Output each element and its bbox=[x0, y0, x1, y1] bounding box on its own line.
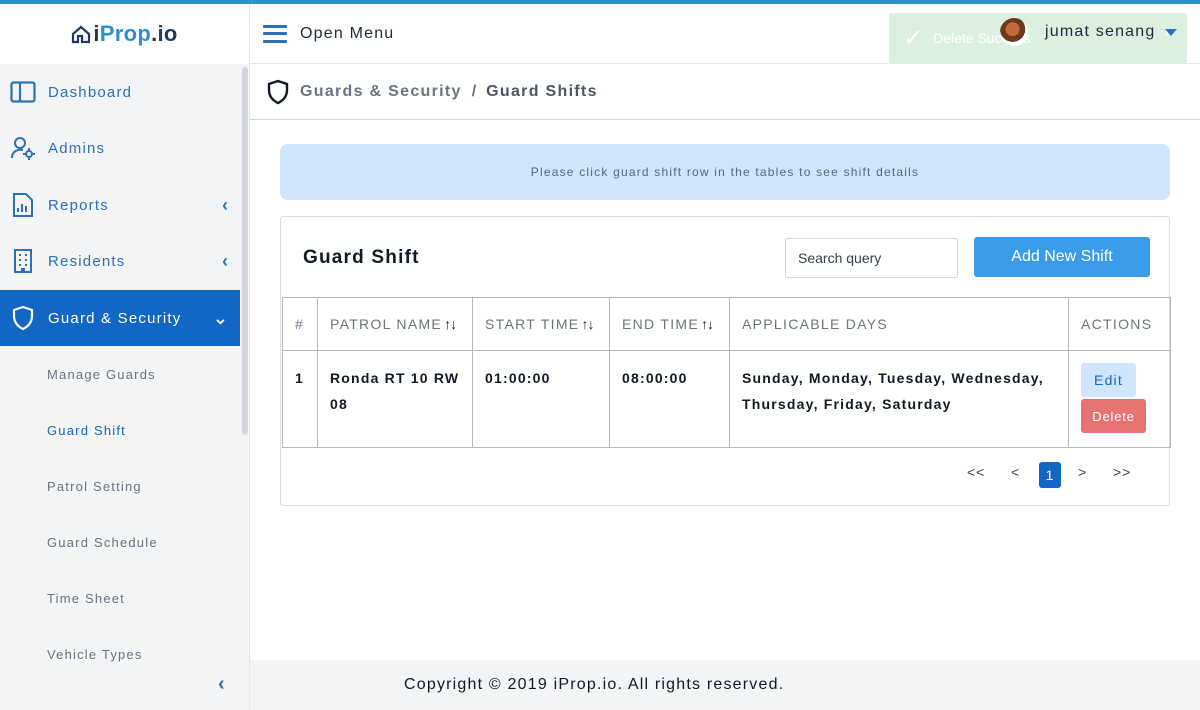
sidebar: Dashboard Admins Reports ‹ Residents ‹ G… bbox=[0, 64, 250, 710]
admin-user-gear-icon bbox=[10, 135, 36, 161]
cell-applicable-days: Sunday, Monday, Tuesday, Wednesday, Thur… bbox=[729, 350, 1069, 448]
sidebar-item-label: Dashboard bbox=[48, 83, 133, 101]
pagination: << < 1 > >> bbox=[281, 462, 1171, 492]
submenu-guard-shift[interactable]: Guard Shift bbox=[47, 423, 126, 438]
sidebar-item-reports[interactable]: Reports ‹ bbox=[0, 177, 240, 233]
submenu-manage-guards[interactable]: Manage Guards bbox=[47, 367, 156, 382]
user-menu[interactable]: jumat senang bbox=[1000, 18, 1178, 46]
cell-patrol-name: Ronda RT 10 RW 08 bbox=[317, 350, 473, 448]
add-new-shift-button[interactable]: Add New Shift bbox=[974, 237, 1150, 277]
chevron-left-icon: ‹ bbox=[222, 194, 228, 215]
submenu-guard-schedule[interactable]: Guard Schedule bbox=[47, 535, 158, 550]
sidebar-scrollbar[interactable] bbox=[242, 67, 248, 435]
sort-icon[interactable]: ↑↓ bbox=[444, 316, 457, 332]
hamburger-menu-icon[interactable] bbox=[263, 24, 287, 43]
delete-button[interactable]: Delete bbox=[1081, 399, 1146, 433]
chevron-down-icon: ⌄ bbox=[212, 307, 228, 328]
cell-end-time: 08:00:00 bbox=[609, 350, 730, 448]
caret-down-icon[interactable] bbox=[1165, 28, 1178, 36]
logo-prop: Prop bbox=[99, 21, 152, 46]
table-row[interactable]: 1 Ronda RT 10 RW 08 01:00:00 08:00:00 Su… bbox=[282, 350, 1171, 448]
column-header-number: # bbox=[282, 297, 318, 351]
column-header-start-time[interactable]: START TIME ↑↓ bbox=[472, 297, 610, 351]
open-menu-button[interactable]: Open Menu bbox=[300, 25, 394, 43]
guard-shift-card: Guard Shift Add New Shift # PATROL NAME↑… bbox=[280, 216, 1171, 506]
breadcrumb-parent-link[interactable]: Guards & Security bbox=[300, 83, 462, 101]
building-icon bbox=[10, 248, 36, 274]
search-input[interactable] bbox=[785, 238, 958, 278]
column-header-applicable-days: APPLICABLE DAYS bbox=[729, 297, 1069, 351]
copyright-text: Copyright © 2019 iProp.io. All rights re… bbox=[404, 676, 785, 693]
breadcrumb: Guards & Security / Guard Shifts bbox=[250, 64, 1200, 120]
card-title: Guard Shift bbox=[303, 247, 420, 268]
breadcrumb-separator: / bbox=[471, 82, 477, 100]
sort-icon[interactable]: ↑↓ bbox=[581, 316, 594, 332]
cell-actions: Edit Delete bbox=[1068, 350, 1171, 448]
sidebar-item-dashboard[interactable]: Dashboard bbox=[0, 64, 240, 120]
first-page-button[interactable]: << bbox=[967, 464, 985, 480]
sidebar-item-residents[interactable]: Residents ‹ bbox=[0, 233, 240, 289]
sidebar-item-admins[interactable]: Admins bbox=[0, 120, 240, 176]
shield-icon bbox=[267, 79, 289, 104]
next-page-button[interactable]: > bbox=[1078, 464, 1087, 480]
shift-table: # PATROL NAME ↑↓ START TIME ↑↓ END TIME ↑↓ … bbox=[282, 297, 1171, 448]
sidebar-item-label: Admins bbox=[48, 139, 106, 157]
cell-start-time: 01:00:00 bbox=[472, 350, 610, 448]
logo-area: i Prop. io bbox=[0, 4, 250, 64]
table-header-row: # PATROL NAME ↑↓ START TIME ↑↓ END TIME ↑↓ … bbox=[282, 297, 1171, 351]
edit-button[interactable]: Edit bbox=[1081, 363, 1136, 397]
submenu-vehicle-types[interactable]: Vehicle Types bbox=[47, 647, 143, 662]
collapse-sidebar-icon[interactable]: ‹ bbox=[218, 673, 225, 696]
column-header-actions: ACTIONS bbox=[1068, 297, 1171, 351]
sidebar-item-guard-security[interactable]: Guard & Security ⌄ bbox=[0, 290, 240, 346]
shield-icon bbox=[10, 305, 36, 331]
column-header-end-time[interactable]: END TIME ↑↓ bbox=[609, 297, 730, 351]
submenu-patrol-setting[interactable]: Patrol Setting bbox=[47, 479, 142, 494]
report-document-icon bbox=[10, 192, 36, 218]
sidebar-item-label: Residents bbox=[48, 252, 126, 270]
logo-io: io bbox=[157, 21, 178, 46]
chevron-left-icon: ‹ bbox=[222, 250, 228, 271]
check-icon: ✓ bbox=[903, 24, 924, 52]
username[interactable]: jumat senang bbox=[1045, 23, 1155, 41]
sort-icon[interactable]: ↑↓ bbox=[701, 316, 714, 332]
sidebar-item-label: Guard & Security bbox=[48, 309, 182, 327]
page-1-button[interactable]: 1 bbox=[1039, 462, 1061, 488]
dashboard-icon bbox=[10, 79, 36, 105]
avatar[interactable] bbox=[1000, 18, 1028, 46]
sidebar-item-label: Reports bbox=[48, 196, 109, 214]
prev-page-button[interactable]: < bbox=[1011, 464, 1020, 480]
house-logo-icon bbox=[72, 25, 91, 44]
footer: Copyright © 2019 iProp.io. All rights re… bbox=[250, 660, 1200, 710]
breadcrumb-current: Guard Shifts bbox=[486, 82, 598, 100]
app-logo[interactable]: i Prop. io bbox=[71, 21, 177, 47]
cell-number: 1 bbox=[282, 350, 318, 448]
column-header-patrol-name[interactable]: PATROL NAME ↑↓ bbox=[317, 297, 473, 351]
info-banner: Please click guard shift row in the tabl… bbox=[280, 144, 1170, 200]
last-page-button[interactable]: >> bbox=[1113, 464, 1131, 480]
submenu-time-sheet[interactable]: Time Sheet bbox=[47, 591, 125, 606]
